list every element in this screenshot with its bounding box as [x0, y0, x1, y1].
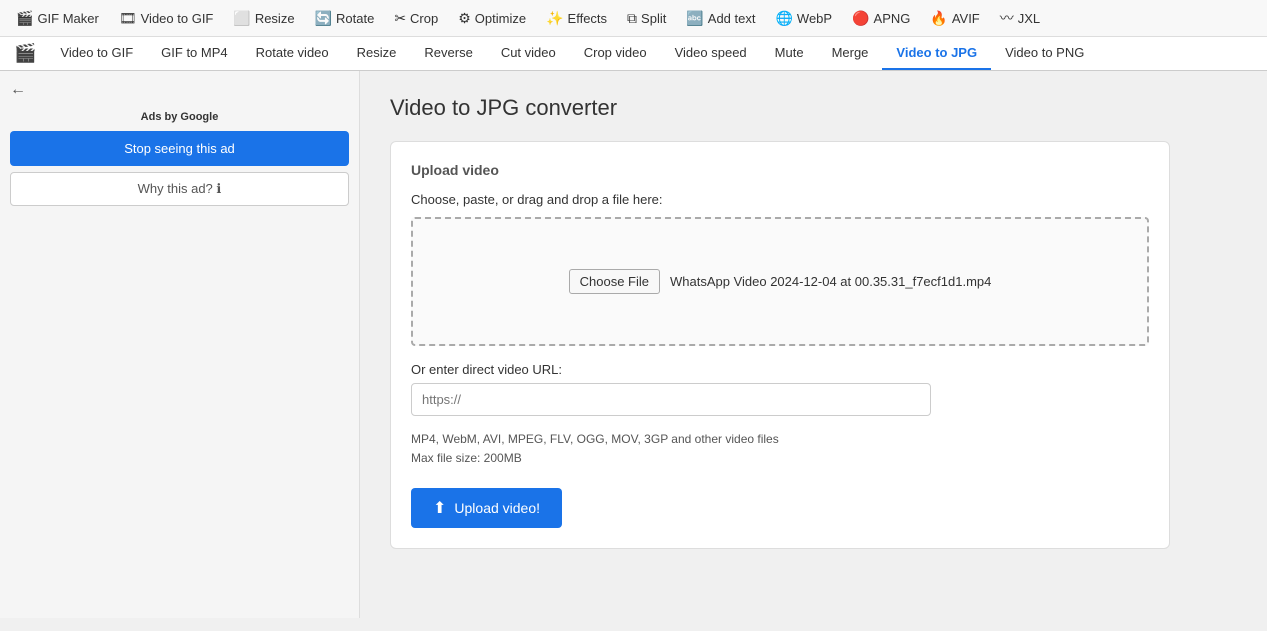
toolbar-item-gif-maker[interactable]: 🎬 GIF Maker: [8, 6, 107, 31]
rotate-label: Rotate: [336, 11, 374, 26]
nav-tab-video-to-gif[interactable]: Video to GIF: [46, 37, 147, 70]
gif-maker-label: GIF Maker: [37, 11, 98, 26]
toolbar-item-optimize[interactable]: ⚙ Optimize: [450, 6, 534, 31]
nav-tab-resize[interactable]: Resize: [343, 37, 411, 70]
nav-tab-merge[interactable]: Merge: [818, 37, 883, 70]
toolbar-item-webp[interactable]: 🌐 WebP: [767, 6, 840, 31]
back-arrow[interactable]: ←: [10, 81, 26, 99]
file-formats-info: MP4, WebM, AVI, MPEG, FLV, OGG, MOV, 3GP…: [411, 430, 1149, 468]
toolbar-item-apng[interactable]: 🔴 APNG: [844, 6, 918, 31]
upload-button-label: Upload video!: [454, 500, 540, 516]
split-label: Split: [641, 11, 666, 26]
nav-tab-video-speed[interactable]: Video speed: [661, 37, 761, 70]
add-text-label: Add text: [708, 11, 756, 26]
nav-logo: 🎬: [4, 37, 46, 70]
jxl-icon: 〰: [1000, 8, 1014, 28]
file-name-display: WhatsApp Video 2024-12-04 at 00.35.31_f7…: [670, 274, 991, 289]
toolbar-item-avif[interactable]: 🔥 AVIF: [922, 6, 987, 31]
content-area: Video to JPG converter Upload video Choo…: [360, 71, 1267, 618]
ads-label: Ads by Google: [10, 111, 349, 123]
toolbar-item-rotate[interactable]: 🔄 Rotate: [307, 6, 383, 31]
jxl-label: JXL: [1018, 11, 1040, 26]
avif-icon: 🔥: [930, 10, 947, 27]
nav-tab-gif-to-mp4[interactable]: GIF to MP4: [147, 37, 241, 70]
main-layout: ← Ads by Google Stop seeing this ad Why …: [0, 71, 1267, 618]
crop-label: Crop: [410, 11, 438, 26]
choose-file-button[interactable]: Choose File: [569, 269, 660, 294]
toolbar-item-resize[interactable]: ⬜ Resize: [225, 6, 302, 31]
apng-label: APNG: [874, 11, 911, 26]
effects-icon: ✨: [546, 10, 563, 27]
optimize-icon: ⚙: [458, 10, 471, 27]
avif-label: AVIF: [952, 11, 980, 26]
webp-label: WebP: [797, 11, 832, 26]
toolbar-item-jxl[interactable]: 〰 JXL: [992, 4, 1048, 32]
nav-tab-video-to-png[interactable]: Video to PNG: [991, 37, 1098, 70]
gif-maker-icon: 🎬: [16, 10, 33, 27]
crop-icon: ✂: [394, 10, 406, 27]
toolbar-item-effects[interactable]: ✨ Effects: [538, 6, 615, 31]
rotate-icon: 🔄: [315, 10, 332, 27]
add-text-icon: 🔤: [686, 10, 703, 27]
url-label: Or enter direct video URL:: [411, 362, 1149, 377]
nav-tab-mute[interactable]: Mute: [761, 37, 818, 70]
video-to-gif-label: Video to GIF: [141, 11, 214, 26]
nav-tab-video-to-jpg[interactable]: Video to JPG: [882, 37, 991, 70]
sidebar: ← Ads by Google Stop seeing this ad Why …: [0, 71, 360, 618]
top-toolbar: 🎬 GIF Maker 🎞 Video to GIF ⬜ Resize 🔄 Rotate ✂ Cr…: [0, 0, 1267, 37]
split-icon: ⧉: [627, 10, 637, 27]
effects-label: Effects: [568, 11, 608, 26]
webp-icon: 🌐: [775, 10, 792, 27]
upload-card: Upload video Choose, paste, or drag and …: [390, 141, 1170, 549]
upload-section-title: Upload video: [411, 162, 1149, 178]
drag-drop-label: Choose, paste, or drag and drop a file h…: [411, 192, 1149, 207]
secondary-nav: 🎬 Video to GIFGIF to MP4Rotate videoResi…: [0, 37, 1267, 71]
optimize-label: Optimize: [475, 11, 526, 26]
resize-icon: ⬜: [233, 10, 250, 27]
why-ad-button[interactable]: Why this ad? ℹ: [10, 172, 349, 206]
toolbar-item-video-to-gif[interactable]: 🎞 Video to GIF: [111, 6, 222, 31]
resize-label: Resize: [255, 11, 295, 26]
video-to-gif-icon: 🎞: [119, 10, 137, 27]
nav-tab-cut-video[interactable]: Cut video: [487, 37, 570, 70]
toolbar-item-crop[interactable]: ✂ Crop: [386, 6, 446, 31]
upload-icon: ⬆: [433, 498, 446, 518]
drop-zone[interactable]: Choose File WhatsApp Video 2024-12-04 at…: [411, 217, 1149, 346]
url-input[interactable]: [411, 383, 931, 416]
apng-icon: 🔴: [852, 10, 869, 27]
stop-ad-button[interactable]: Stop seeing this ad: [10, 131, 349, 166]
upload-button[interactable]: ⬆ Upload video!: [411, 488, 562, 528]
nav-tab-rotate-video[interactable]: Rotate video: [242, 37, 343, 70]
toolbar-item-split[interactable]: ⧉ Split: [619, 6, 674, 31]
nav-tab-crop-video[interactable]: Crop video: [570, 37, 661, 70]
page-title: Video to JPG converter: [390, 95, 1237, 121]
nav-tab-reverse[interactable]: Reverse: [410, 37, 486, 70]
toolbar-item-add-text[interactable]: 🔤 Add text: [678, 6, 763, 31]
